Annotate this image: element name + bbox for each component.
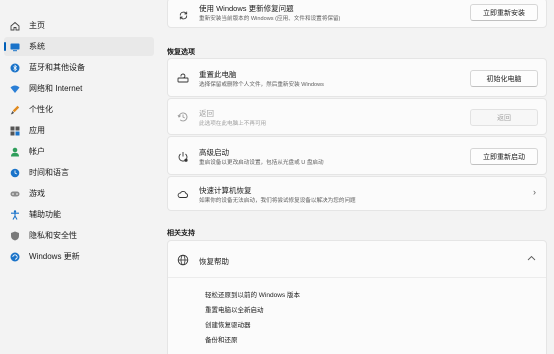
sidebar-item-label: 帐户: [29, 147, 45, 156]
chevron-up-icon: [527, 254, 536, 263]
sidebar-item-bluetooth[interactable]: 蓝牙和其他设备: [4, 58, 154, 77]
advanced-startup-card: 高级启动 重启设备以更改启动设置，包括从光盘或 U 盘启动 立即重新启动: [167, 136, 547, 175]
sidebar-item-time-language[interactable]: 时间和语言: [4, 163, 154, 182]
history-icon: [177, 111, 189, 123]
go-back-card: 返回 此选项在此电脑上不再可用 返回: [167, 98, 547, 135]
restart-now-button[interactable]: 立即重新启动: [470, 148, 538, 165]
sidebar-item-gaming[interactable]: 游戏: [4, 184, 154, 203]
system-icon: [10, 42, 20, 52]
sidebar-item-label: 游戏: [29, 189, 45, 198]
recovery-help-header[interactable]: 恢复帮助: [168, 241, 546, 278]
windows-update-icon: [10, 252, 20, 262]
related-section-title: 相关支持: [167, 230, 195, 237]
sidebar-item-privacy[interactable]: 隐私和安全性: [4, 226, 154, 245]
advanced-startup-icon: [177, 151, 189, 163]
quick-recovery-title: 快速计算机恢复: [199, 186, 252, 195]
reset-pc-button[interactable]: 初始化电脑: [470, 70, 538, 87]
advanced-startup-desc: 重启设备以更改启动设置，包括从光盘或 U 盘启动: [199, 160, 324, 166]
go-back-title: 返回: [199, 109, 214, 118]
help-link[interactable]: 备份和还原: [205, 334, 238, 344]
selection-indicator: [4, 42, 6, 51]
go-back-button[interactable]: 返回: [470, 109, 538, 126]
sidebar-item-label: 应用: [29, 126, 45, 135]
personalization-icon: [10, 105, 20, 115]
sidebar-item-label: 隐私和安全性: [29, 231, 77, 240]
sidebar-item-label: 时间和语言: [29, 168, 69, 177]
recovery-help-card: 恢复帮助 轻松还原到以前的 Windows 版本 重置电脑以全新启动 创建恢复驱…: [167, 240, 547, 354]
reset-pc-icon: [177, 72, 189, 84]
reinstall-card: 使用 Windows 更新修复问题 重新安装当前版本的 Windows (应用、…: [167, 0, 547, 28]
sidebar-item-label: 个性化: [29, 105, 53, 114]
sidebar-item-label: 蓝牙和其他设备: [29, 63, 85, 72]
sidebar-item-system[interactable]: 系统: [4, 37, 154, 56]
reset-pc-card: 重置此电脑 选择保留或删除个人文件，然后重新安装 Windows 初始化电脑: [167, 58, 547, 97]
quick-recovery-desc: 如果你的设备无法启动，我们将尝试修复设备以解决为您的问题: [199, 198, 356, 204]
globe-icon: [177, 254, 189, 266]
advanced-startup-title: 高级启动: [199, 148, 229, 157]
refresh-icon: [177, 9, 189, 21]
go-back-desc: 此选项在此电脑上不再可用: [199, 121, 267, 127]
reinstall-title: 使用 Windows 更新修复问题: [199, 4, 294, 13]
reinstall-now-button[interactable]: 立即重新安装: [470, 4, 538, 21]
sidebar: 主页 系统 蓝牙和其他设备 网络和 Internet 个性化 应用 帐户 时间和…: [0, 0, 160, 354]
recovery-help-title: 恢复帮助: [199, 257, 229, 266]
account-icon: [10, 147, 20, 157]
privacy-icon: [10, 231, 20, 241]
sidebar-item-apps[interactable]: 应用: [4, 121, 154, 140]
sidebar-item-account[interactable]: 帐户: [4, 142, 154, 161]
bluetooth-icon: [10, 63, 20, 73]
sidebar-item-label: 系统: [29, 42, 45, 51]
help-link[interactable]: 创建恢复驱动器: [205, 319, 251, 329]
sidebar-item-label: 辅助功能: [29, 210, 61, 219]
accessibility-icon: [10, 209, 20, 220]
reset-pc-title: 重置此电脑: [199, 70, 237, 79]
recovery-section-title: 恢复选项: [167, 49, 195, 56]
main-content: 使用 Windows 更新修复问题 重新安装当前版本的 Windows (应用、…: [160, 0, 554, 354]
home-icon: [10, 21, 20, 31]
quick-recovery-card[interactable]: 快速计算机恢复 如果你的设备无法启动，我们将尝试修复设备以解决为您的问题 ›: [167, 176, 547, 211]
cloud-icon: [177, 188, 189, 200]
reinstall-desc: 重新安装当前版本的 Windows (应用、文件和设置将保留): [199, 16, 341, 22]
help-link[interactable]: 重置电脑以全新启动: [205, 304, 264, 314]
sidebar-item-label: 网络和 Internet: [29, 84, 83, 93]
sidebar-item-accessibility[interactable]: 辅助功能: [4, 205, 154, 224]
sidebar-item-home[interactable]: 主页: [4, 16, 154, 35]
reset-pc-desc: 选择保留或删除个人文件，然后重新安装 Windows: [199, 82, 324, 88]
sidebar-item-label: 主页: [29, 21, 45, 30]
time-language-icon: [10, 168, 20, 178]
network-icon: [10, 84, 20, 94]
sidebar-item-network[interactable]: 网络和 Internet: [4, 79, 154, 98]
sidebar-item-windows-update[interactable]: Windows 更新: [4, 247, 154, 266]
apps-icon: [10, 126, 20, 136]
sidebar-item-label: Windows 更新: [29, 252, 80, 261]
gaming-icon: [10, 189, 20, 199]
help-link[interactable]: 轻松还原到以前的 Windows 版本: [205, 289, 300, 299]
chevron-right-icon: ›: [533, 187, 536, 197]
sidebar-item-personalization[interactable]: 个性化: [4, 100, 154, 119]
